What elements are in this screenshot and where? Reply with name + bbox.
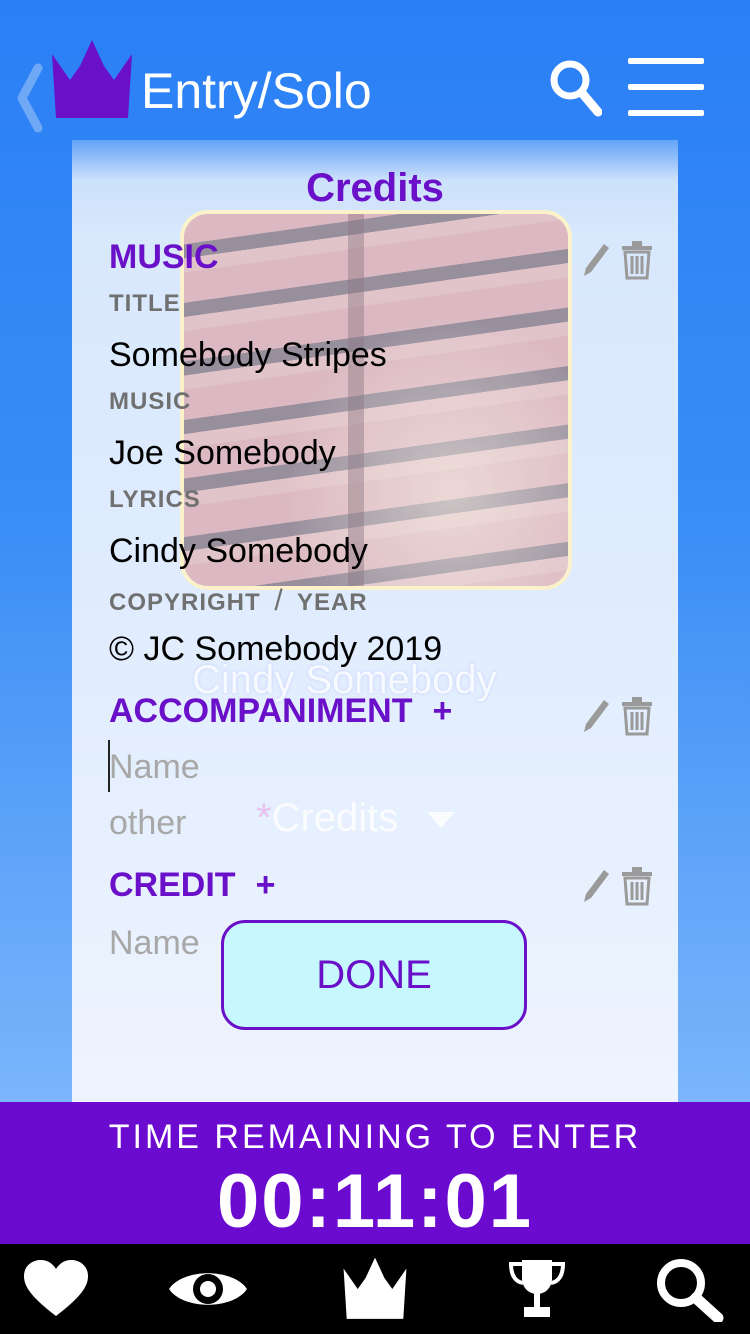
music-heading: MUSIC (109, 238, 219, 276)
credits-dropdown[interactable]: *Credits (256, 796, 456, 841)
time-remaining-bar: TIME REMAINING TO ENTER 00:11:01 (0, 1102, 750, 1244)
accompaniment-edit-pencil-icon[interactable] (578, 696, 612, 736)
nav-favorites[interactable] (22, 1256, 90, 1322)
lyrics-label: LYRICS (109, 486, 201, 513)
accompaniment-name-input[interactable]: Name (109, 748, 200, 787)
timer-label: TIME REMAINING TO ENTER (108, 1118, 642, 1156)
nav-search[interactable] (652, 1256, 726, 1322)
credit-name-input[interactable]: Name (109, 924, 200, 963)
credit-heading: CREDIT + (109, 866, 275, 905)
hamburger-menu-icon[interactable] (628, 58, 704, 116)
add-credit-button[interactable]: + (256, 866, 276, 904)
music-delete-trash-icon[interactable] (620, 240, 654, 280)
music-label: MUSIC (109, 388, 192, 415)
page-title: Entry/Solo (141, 63, 372, 119)
search-icon[interactable] (548, 58, 602, 118)
credits-panel: Credits MUSIC TITLE Somebody Stripes MUS… (72, 140, 678, 1102)
crown-logo-icon (343, 1257, 407, 1319)
nav-awards[interactable] (506, 1256, 568, 1322)
accompaniment-delete-trash-icon[interactable] (620, 696, 654, 736)
copyright-label: COPYRIGHT (109, 589, 261, 616)
required-marker: * (256, 796, 272, 840)
timer-countdown: 00:11:01 (216, 1159, 534, 1244)
accompaniment-heading-label: ACCOMPANIMENT (109, 692, 413, 730)
credit-heading-label: CREDIT (109, 866, 236, 904)
title-value[interactable]: Somebody Stripes (109, 336, 387, 375)
chevron-down-icon (427, 812, 456, 829)
title-label: TITLE (109, 290, 181, 317)
nav-watch[interactable] (166, 1256, 250, 1322)
trophy-icon (508, 1260, 566, 1317)
credits-dropdown-label: Credits (271, 796, 399, 840)
music-value[interactable]: Joe Somebody (109, 434, 336, 473)
accompaniment-type-input[interactable]: other (109, 804, 187, 843)
year-label: YEAR (296, 589, 368, 616)
add-accompaniment-button[interactable]: + (432, 692, 452, 730)
nav-home[interactable] (336, 1256, 414, 1322)
search-icon (657, 1259, 724, 1322)
back-chevron-icon[interactable] (14, 62, 46, 134)
label-separator: / (274, 584, 284, 617)
app-header: Entry/Solo (0, 0, 750, 150)
copyright-year-label: COPYRIGHT / YEAR (109, 584, 368, 618)
accompaniment-heading: ACCOMPANIMENT + (109, 692, 452, 731)
heart-icon (24, 1260, 88, 1316)
credit-edit-pencil-icon[interactable] (578, 866, 612, 906)
done-button[interactable]: DONE (221, 920, 527, 1030)
music-edit-pencil-icon[interactable] (578, 240, 612, 280)
eye-icon (169, 1273, 247, 1305)
lyrics-value[interactable]: Cindy Somebody (109, 532, 368, 571)
credit-delete-trash-icon[interactable] (620, 866, 654, 906)
crown-logo-icon[interactable] (48, 38, 136, 122)
bottom-nav (0, 1244, 750, 1334)
panel-title: Credits (306, 166, 444, 210)
